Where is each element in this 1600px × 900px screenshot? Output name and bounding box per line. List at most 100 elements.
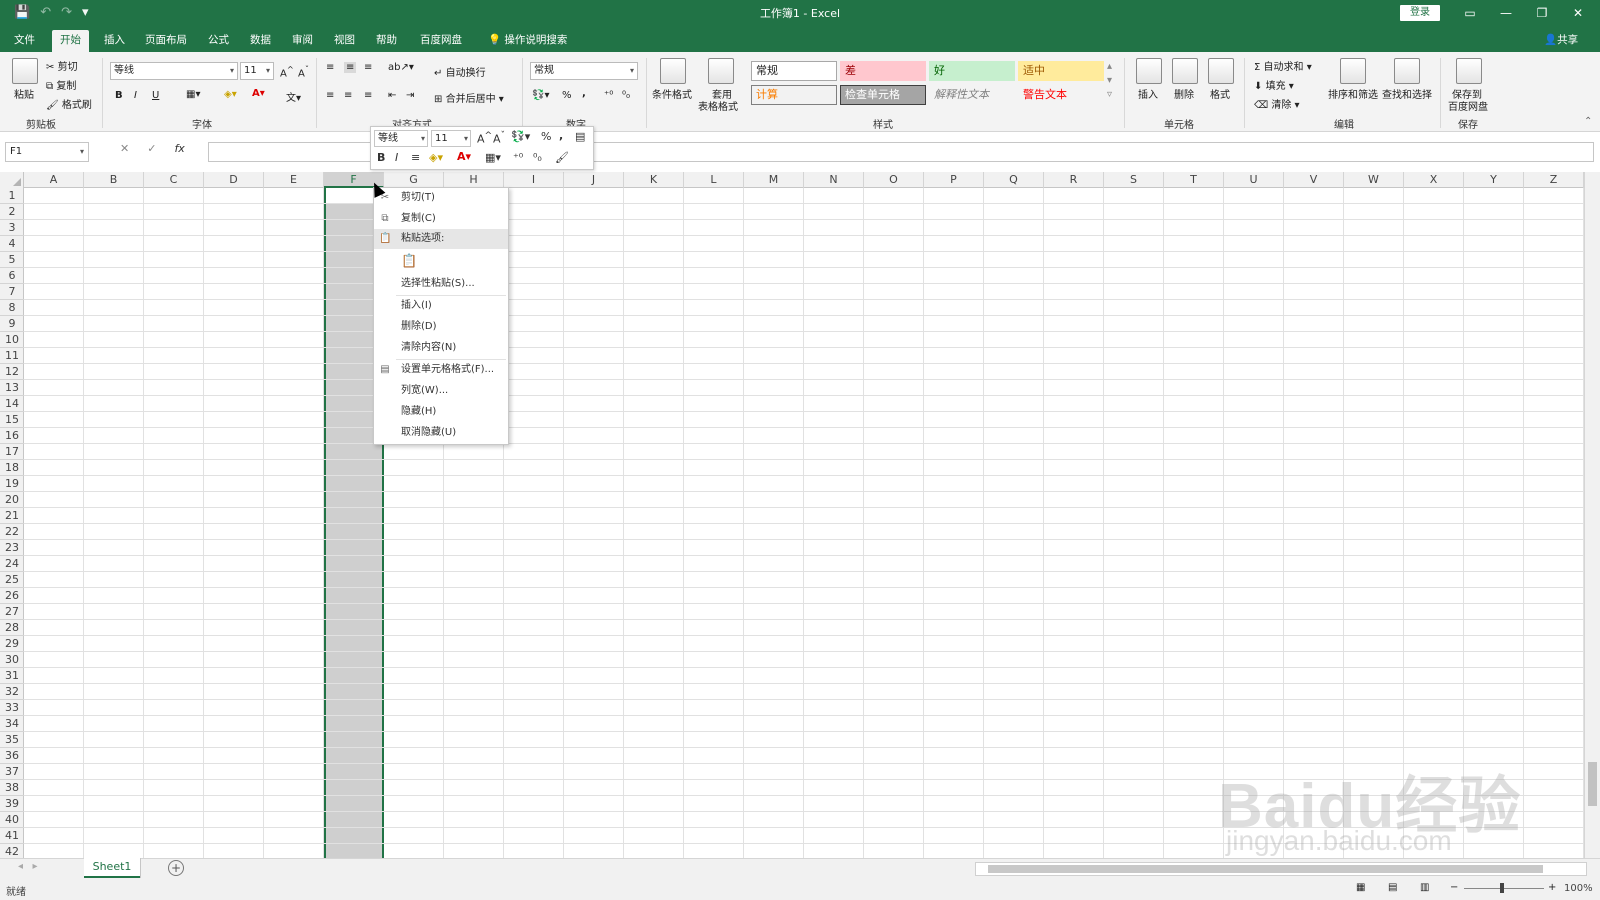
row-header-32[interactable]: 32 (0, 684, 24, 700)
row-header-10[interactable]: 10 (0, 332, 24, 348)
row-header-21[interactable]: 21 (0, 508, 24, 524)
save-to-baidu-line2[interactable]: 百度网盘 (1448, 98, 1488, 113)
number-format-combo[interactable]: 常规 (530, 62, 638, 80)
column-header-o[interactable]: O (864, 172, 924, 188)
column-header-d[interactable]: D (204, 172, 264, 188)
horizontal-scrollbar[interactable] (975, 862, 1587, 876)
column-header-a[interactable]: A (24, 172, 84, 188)
row-header-37[interactable]: 37 (0, 764, 24, 780)
menu-item-clear-contents[interactable]: 清除内容(N) (374, 338, 508, 358)
accounting-format-icon[interactable]: 💱▾ (532, 90, 549, 101)
column-header-e[interactable]: E (264, 172, 324, 188)
paste-button[interactable]: 粘贴 (14, 86, 34, 101)
tab-review[interactable]: 审阅 (284, 30, 321, 52)
mini-comma-button[interactable]: , (559, 129, 563, 142)
format-cells-icon[interactable] (1208, 58, 1234, 84)
increase-indent-icon[interactable]: ⇥ (406, 90, 414, 101)
column-header-p[interactable]: P (924, 172, 984, 188)
menu-paste-keep-text[interactable]: 📋 (374, 250, 508, 274)
login-button[interactable]: 登录 (1400, 5, 1440, 21)
row-header-17[interactable]: 17 (0, 444, 24, 460)
column-header-q[interactable]: Q (984, 172, 1044, 188)
menu-item-paste-special[interactable]: 选择性粘贴(S)... (374, 274, 508, 294)
menu-item-hide[interactable]: 隐藏(H) (374, 402, 508, 422)
row-header-26[interactable]: 26 (0, 588, 24, 604)
row-header-28[interactable]: 28 (0, 620, 24, 636)
find-select-button[interactable]: 查找和选择 (1382, 86, 1432, 101)
minimize-button[interactable]: — (1492, 3, 1520, 23)
tab-formulas[interactable]: 公式 (200, 30, 237, 52)
insert-cells-icon[interactable] (1136, 58, 1162, 84)
row-header-5[interactable]: 5 (0, 252, 24, 268)
fill-color-icon[interactable]: ◈▾ (224, 89, 237, 100)
style-calculation[interactable]: 计算 (751, 85, 837, 105)
share-button[interactable]: 👤共享 (1544, 32, 1578, 47)
zoom-level[interactable]: 100% (1564, 883, 1593, 894)
align-right-icon[interactable]: ≡ (364, 90, 372, 101)
horizontal-scroll-thumb[interactable] (988, 865, 1543, 873)
row-header-15[interactable]: 15 (0, 412, 24, 428)
row-header-18[interactable]: 18 (0, 460, 24, 476)
zoom-in-icon[interactable]: + (1548, 882, 1556, 893)
row-header-23[interactable]: 23 (0, 540, 24, 556)
underline-button[interactable]: U (152, 90, 159, 101)
column-header-k[interactable]: K (624, 172, 684, 188)
tab-page-layout[interactable]: 页面布局 (137, 30, 195, 52)
row-header-11[interactable]: 11 (0, 348, 24, 364)
format-painter-button[interactable]: 🖌 格式刷 (46, 96, 92, 111)
conditional-format-icon[interactable] (660, 58, 686, 84)
font-name-combo[interactable]: 等线 (110, 62, 238, 80)
column-header-h[interactable]: H (444, 172, 504, 188)
column-header-c[interactable]: C (144, 172, 204, 188)
align-top-icon[interactable]: ≡ (326, 62, 334, 73)
bold-button[interactable]: B (115, 90, 123, 101)
cut-button[interactable]: ✂ 剪切 (46, 58, 78, 73)
mini-bold-button[interactable]: B (377, 151, 385, 164)
column-header-w[interactable]: W (1344, 172, 1404, 188)
menu-item-insert[interactable]: 插入(I) (374, 296, 508, 316)
align-left-icon[interactable]: ≡ (326, 90, 334, 101)
mini-format-cells-icon[interactable]: ▤ (575, 130, 585, 143)
paste-icon[interactable] (12, 58, 38, 84)
italic-button[interactable]: I (134, 90, 137, 101)
decrease-decimal-icon[interactable]: ⁰₀ (622, 90, 630, 101)
align-center-icon[interactable]: ≡ (344, 90, 352, 101)
border-icon[interactable]: ▦▾ (186, 89, 200, 100)
mini-decrease-font-icon[interactable]: Aˇ (493, 130, 505, 146)
row-header-16[interactable]: 16 (0, 428, 24, 444)
row-header-25[interactable]: 25 (0, 572, 24, 588)
row-header-22[interactable]: 22 (0, 524, 24, 540)
copy-button[interactable]: ⧉ 复制 (46, 77, 76, 92)
comma-button[interactable]: , (582, 88, 586, 99)
row-header-3[interactable]: 3 (0, 220, 24, 236)
delete-cells-icon[interactable] (1172, 58, 1198, 84)
row-header-40[interactable]: 40 (0, 812, 24, 828)
mini-accounting-icon[interactable]: 💱▾ (511, 130, 530, 143)
row-header-20[interactable]: 20 (0, 492, 24, 508)
decrease-font-icon[interactable]: Aˇ (298, 64, 309, 79)
menu-item-delete[interactable]: 删除(D) (374, 317, 508, 337)
row-header-12[interactable]: 12 (0, 364, 24, 380)
autosum-button[interactable]: Σ 自动求和 ▾ (1254, 58, 1312, 73)
ribbon-display-options-icon[interactable]: ▭ (1456, 3, 1484, 23)
phonetic-icon[interactable]: 文▾ (286, 89, 301, 104)
menu-item-cut[interactable]: ✂ 剪切(T) (374, 188, 508, 208)
cancel-icon[interactable]: ✕ (120, 142, 129, 155)
row-header-4[interactable]: 4 (0, 236, 24, 252)
row-header-13[interactable]: 13 (0, 380, 24, 396)
conditional-format-button[interactable]: 条件格式 (652, 86, 692, 101)
row-header-31[interactable]: 31 (0, 668, 24, 684)
insert-cells-button[interactable]: 插入 (1138, 86, 1158, 101)
column-header-i[interactable]: I (504, 172, 564, 188)
mini-increase-font-icon[interactable]: A^ (477, 130, 492, 146)
format-cells-button[interactable]: 格式 (1210, 86, 1230, 101)
style-check-cell[interactable]: 检查单元格 (840, 85, 926, 105)
enter-icon[interactable]: ✓ (147, 142, 156, 155)
row-header-7[interactable]: 7 (0, 284, 24, 300)
column-header-y[interactable]: Y (1464, 172, 1524, 188)
row-header-19[interactable]: 19 (0, 476, 24, 492)
mini-border-icon[interactable]: ▦▾ (485, 151, 501, 164)
mini-font-color-icon[interactable]: A▾ (457, 150, 471, 163)
sheet-tab-sheet1[interactable]: Sheet1 (84, 858, 140, 878)
find-select-icon[interactable] (1394, 58, 1420, 84)
